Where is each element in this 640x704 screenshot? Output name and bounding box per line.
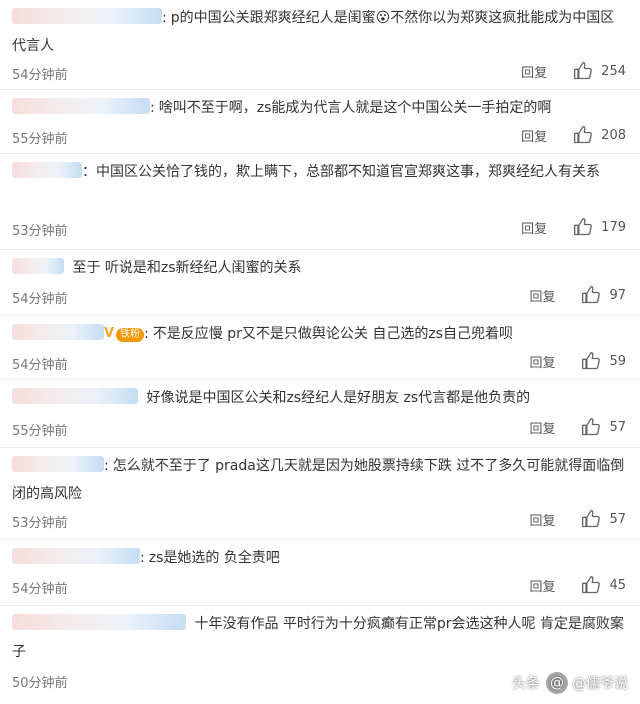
comment-text: ：中国区公关恰了钱的，欺上瞒下，总部都不知道官宣郑爽这事，郑爽经纪人有关系 — [82, 164, 600, 180]
comment-actions: 回复 45 — [529, 575, 626, 595]
like-count: 208 — [601, 127, 626, 143]
like-button[interactable]: 254 — [573, 61, 626, 81]
comment-actions: 回复 57 — [529, 509, 626, 529]
like-count: 57 — [609, 511, 626, 527]
reply-button[interactable]: 回复 — [521, 126, 547, 145]
comment-text: zs是她选的 负全责吧 — [148, 550, 280, 566]
like-count: 97 — [609, 287, 626, 303]
thumbs-up-icon — [582, 418, 601, 436]
username-redacted[interactable] — [12, 162, 82, 178]
comment-item: : p的中国公关跟郑爽经纪人是闺蜜😮不然你以为郑爽这疯批能成为中国区代言人 54分… — [0, 0, 640, 90]
comment-item: : 啥叫不至于啊，zs能成为代言人就是这个中国公关一手拍定的啊 55分钟前 回复 … — [0, 90, 640, 154]
like-button[interactable]: 45 — [581, 575, 626, 595]
username-redacted[interactable] — [12, 548, 140, 564]
watermark-logo: 头条 — [512, 676, 540, 692]
comment-time: 54分钟前 — [12, 358, 68, 373]
like-count: 59 — [609, 353, 626, 369]
comment-text: 不是反应慢 pr又不是只做舆论公关 自己选的zs自己兜着呗 — [152, 326, 513, 342]
author-avatar-icon: @ — [546, 672, 568, 694]
comment-time: 54分钟前 — [12, 292, 68, 307]
reply-button[interactable]: 回复 — [521, 218, 547, 237]
comment-time: 54分钟前 — [12, 68, 68, 83]
comment-body: V 铁粉: 不是反应慢 pr又不是只做舆论公关 自己选的zs自己兜着呗 — [12, 320, 626, 348]
comment-body: 至于 听说是和zs新经纪人闺蜜的关系 — [12, 254, 626, 282]
like-count: 57 — [609, 419, 626, 435]
comment-item: ：中国区公关恰了钱的，欺上瞒下，总部都不知道官宣郑爽这事，郑爽经纪人有关系 53… — [0, 154, 640, 250]
comment-list: : p的中国公关跟郑爽经纪人是闺蜜😮不然你以为郑爽这疯批能成为中国区代言人 54分… — [0, 0, 640, 704]
comment-actions: 回复 208 — [521, 125, 626, 145]
watermark-handle: @儒爷说 — [572, 676, 628, 692]
comment-time: 53分钟前 — [12, 224, 68, 239]
comment-item: : zs是她选的 负全责吧 54分钟前 回复 45 — [0, 540, 640, 606]
thumbs-up-icon — [582, 576, 601, 594]
comment-body: 好像说是中国区公关和zs经纪人是好朋友 zs代言都是他负责的 — [12, 384, 626, 412]
thumbs-up-icon — [582, 286, 601, 304]
username-redacted[interactable] — [12, 388, 138, 404]
comment-text: 至于 听说是和zs新经纪人闺蜜的关系 — [72, 260, 302, 276]
comment-time: 55分钟前 — [12, 132, 68, 147]
comment-body: 十年没有作品 平时行为十分疯癫有正常pr会选这种人呢 肯定是腐败案子 — [12, 610, 626, 666]
watermark: 头条 @ @儒爷说 — [512, 672, 628, 694]
thumbs-up-icon — [574, 62, 593, 80]
reply-button[interactable]: 回复 — [529, 286, 555, 305]
comment-text: 好像说是中国区公关和zs经纪人是好朋友 zs代言都是他负责的 — [146, 390, 531, 406]
comment-body: : zs是她选的 负全责吧 — [12, 544, 626, 572]
thumbs-up-icon — [582, 510, 601, 528]
reply-button[interactable]: 回复 — [529, 510, 555, 529]
reply-button[interactable]: 回复 — [529, 352, 555, 371]
like-count: 254 — [601, 63, 626, 79]
comment-time: 50分钟前 — [12, 676, 68, 691]
reply-button[interactable]: 回复 — [529, 576, 555, 595]
comment-body: : 啥叫不至于啊，zs能成为代言人就是这个中国公关一手拍定的啊 — [12, 94, 626, 122]
comment-body: : 怎么就不至于了 prada这几天就是因为她股票持续下跌 过不了多久可能就得面临… — [12, 456, 625, 502]
comment-time: 54分钟前 — [12, 582, 68, 597]
verified-icon: V — [104, 326, 115, 341]
like-count: 45 — [609, 577, 626, 593]
thumbs-up-icon — [574, 126, 593, 144]
thumbs-up-icon — [574, 218, 593, 236]
comment-actions: 回复 59 — [529, 351, 626, 371]
username-redacted[interactable] — [12, 324, 104, 340]
like-button[interactable]: 97 — [581, 285, 626, 305]
like-button[interactable]: 208 — [573, 125, 626, 145]
like-button[interactable]: 59 — [581, 351, 626, 371]
reply-button[interactable]: 回复 — [529, 418, 555, 437]
thumbs-up-icon — [582, 352, 601, 370]
comment-actions: 回复 179 — [521, 217, 626, 237]
comment-actions: 回复 97 — [529, 285, 626, 305]
like-button[interactable]: 57 — [581, 509, 626, 529]
username-redacted[interactable] — [12, 98, 150, 114]
comment-time: 53分钟前 — [12, 516, 68, 531]
comment-item: : 怎么就不至于了 prada这几天就是因为她股票持续下跌 过不了多久可能就得面临… — [0, 448, 640, 540]
comment-body: : p的中国公关跟郑爽经纪人是闺蜜😮不然你以为郑爽这疯批能成为中国区代言人 — [12, 8, 615, 54]
username-redacted[interactable] — [12, 456, 104, 472]
comment-actions: 回复 254 — [521, 61, 626, 81]
comment-actions: 回复 57 — [529, 417, 626, 437]
fan-badge: 铁粉 — [116, 328, 145, 342]
comment-text: 啥叫不至于啊，zs能成为代言人就是这个中国公关一手拍定的啊 — [158, 100, 552, 116]
comment-item: V 铁粉: 不是反应慢 pr又不是只做舆论公关 自己选的zs自己兜着呗 54分钟前 … — [0, 316, 640, 380]
like-count: 179 — [601, 219, 626, 235]
username-redacted[interactable] — [12, 258, 64, 274]
comment-time: 55分钟前 — [12, 424, 68, 439]
comment-item: 好像说是中国区公关和zs经纪人是好朋友 zs代言都是他负责的 55分钟前 回复 … — [0, 380, 640, 448]
comment-body: ：中国区公关恰了钱的，欺上瞒下，总部都不知道官宣郑爽这事，郑爽经纪人有关系 — [12, 158, 626, 186]
username-redacted[interactable] — [12, 8, 162, 24]
like-button[interactable]: 57 — [581, 417, 626, 437]
reply-button[interactable]: 回复 — [521, 62, 547, 81]
username-redacted[interactable] — [12, 614, 186, 630]
comment-item: 至于 听说是和zs新经纪人闺蜜的关系 54分钟前 回复 97 — [0, 250, 640, 316]
like-button[interactable]: 179 — [573, 217, 626, 237]
